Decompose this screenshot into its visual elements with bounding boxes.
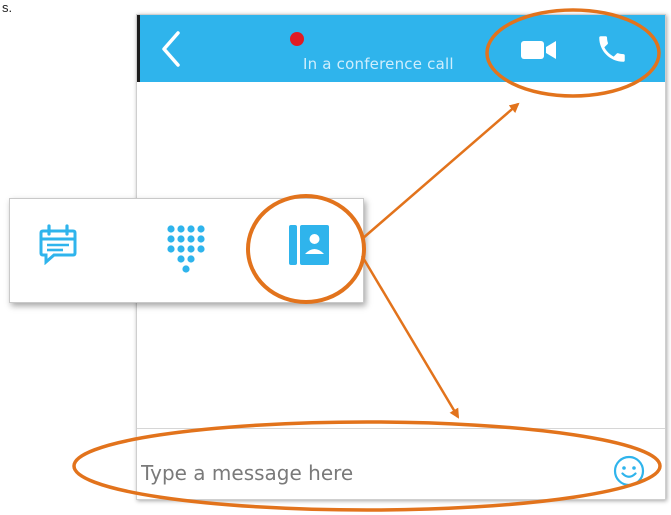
message-input[interactable] bbox=[141, 453, 601, 493]
emoji-button[interactable] bbox=[612, 454, 646, 488]
message-compose-area bbox=[137, 429, 665, 499]
status-dot-icon bbox=[290, 32, 304, 46]
contacts-book-icon bbox=[289, 225, 329, 265]
stray-text: s. bbox=[2, 0, 13, 15]
video-camera-icon bbox=[521, 41, 556, 59]
dialpad-icon bbox=[167, 225, 205, 273]
call-status-text: In a conference call bbox=[303, 55, 454, 73]
meeting-button[interactable] bbox=[38, 223, 78, 266]
audio-call-button[interactable] bbox=[595, 32, 629, 66]
back-button[interactable] bbox=[156, 29, 186, 69]
smiley-icon bbox=[613, 455, 645, 487]
video-call-button[interactable] bbox=[520, 39, 558, 61]
call-options-toolbar bbox=[9, 198, 364, 303]
contacts-button[interactable] bbox=[287, 223, 331, 267]
chevron-left-icon bbox=[162, 31, 180, 67]
chat-header: In a conference call bbox=[137, 15, 665, 82]
dialpad-button[interactable] bbox=[165, 223, 205, 275]
meeting-chat-icon bbox=[39, 224, 77, 266]
phone-icon bbox=[599, 36, 625, 62]
